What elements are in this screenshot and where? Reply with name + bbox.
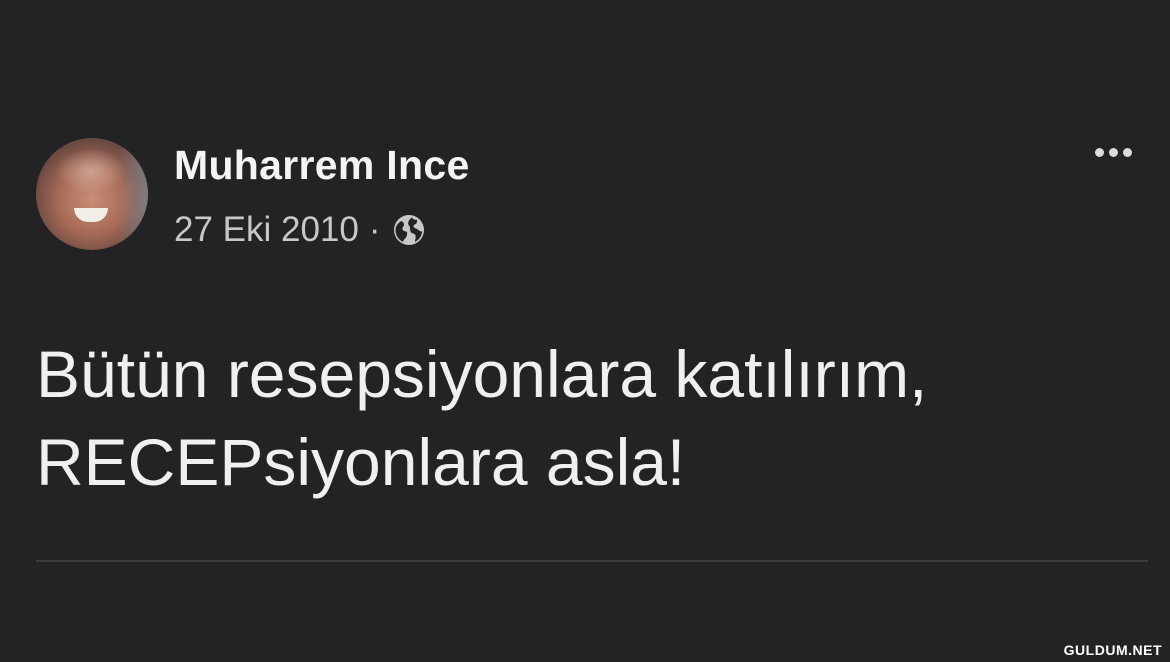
watermark: GULDUM.NET xyxy=(1063,642,1162,658)
meta-separator: · xyxy=(368,210,381,249)
globe-icon xyxy=(393,215,424,245)
post-text-line: RECEPsiyonlara asla! xyxy=(36,425,686,499)
author-name[interactable]: Muharrem Ince xyxy=(174,142,470,189)
more-options-icon[interactable] xyxy=(1095,148,1132,157)
more-dot xyxy=(1109,148,1118,157)
divider xyxy=(36,560,1148,562)
avatar-smile xyxy=(74,208,108,222)
facebook-post: Muharrem Ince 27 Eki 2010 · Bütün reseps… xyxy=(0,0,1170,662)
avatar-background xyxy=(118,138,148,250)
post-date[interactable]: 27 Eki 2010 xyxy=(174,210,359,250)
post-meta: 27 Eki 2010 · xyxy=(174,208,427,252)
post-text: Bütün resepsiyonlara katılırım, RECEPsiy… xyxy=(36,330,1136,506)
post-text-line: Bütün resepsiyonlara katılırım, xyxy=(36,337,928,411)
avatar-face xyxy=(56,148,126,194)
avatar[interactable] xyxy=(36,138,148,250)
more-dot xyxy=(1095,148,1104,157)
more-dot xyxy=(1123,148,1132,157)
